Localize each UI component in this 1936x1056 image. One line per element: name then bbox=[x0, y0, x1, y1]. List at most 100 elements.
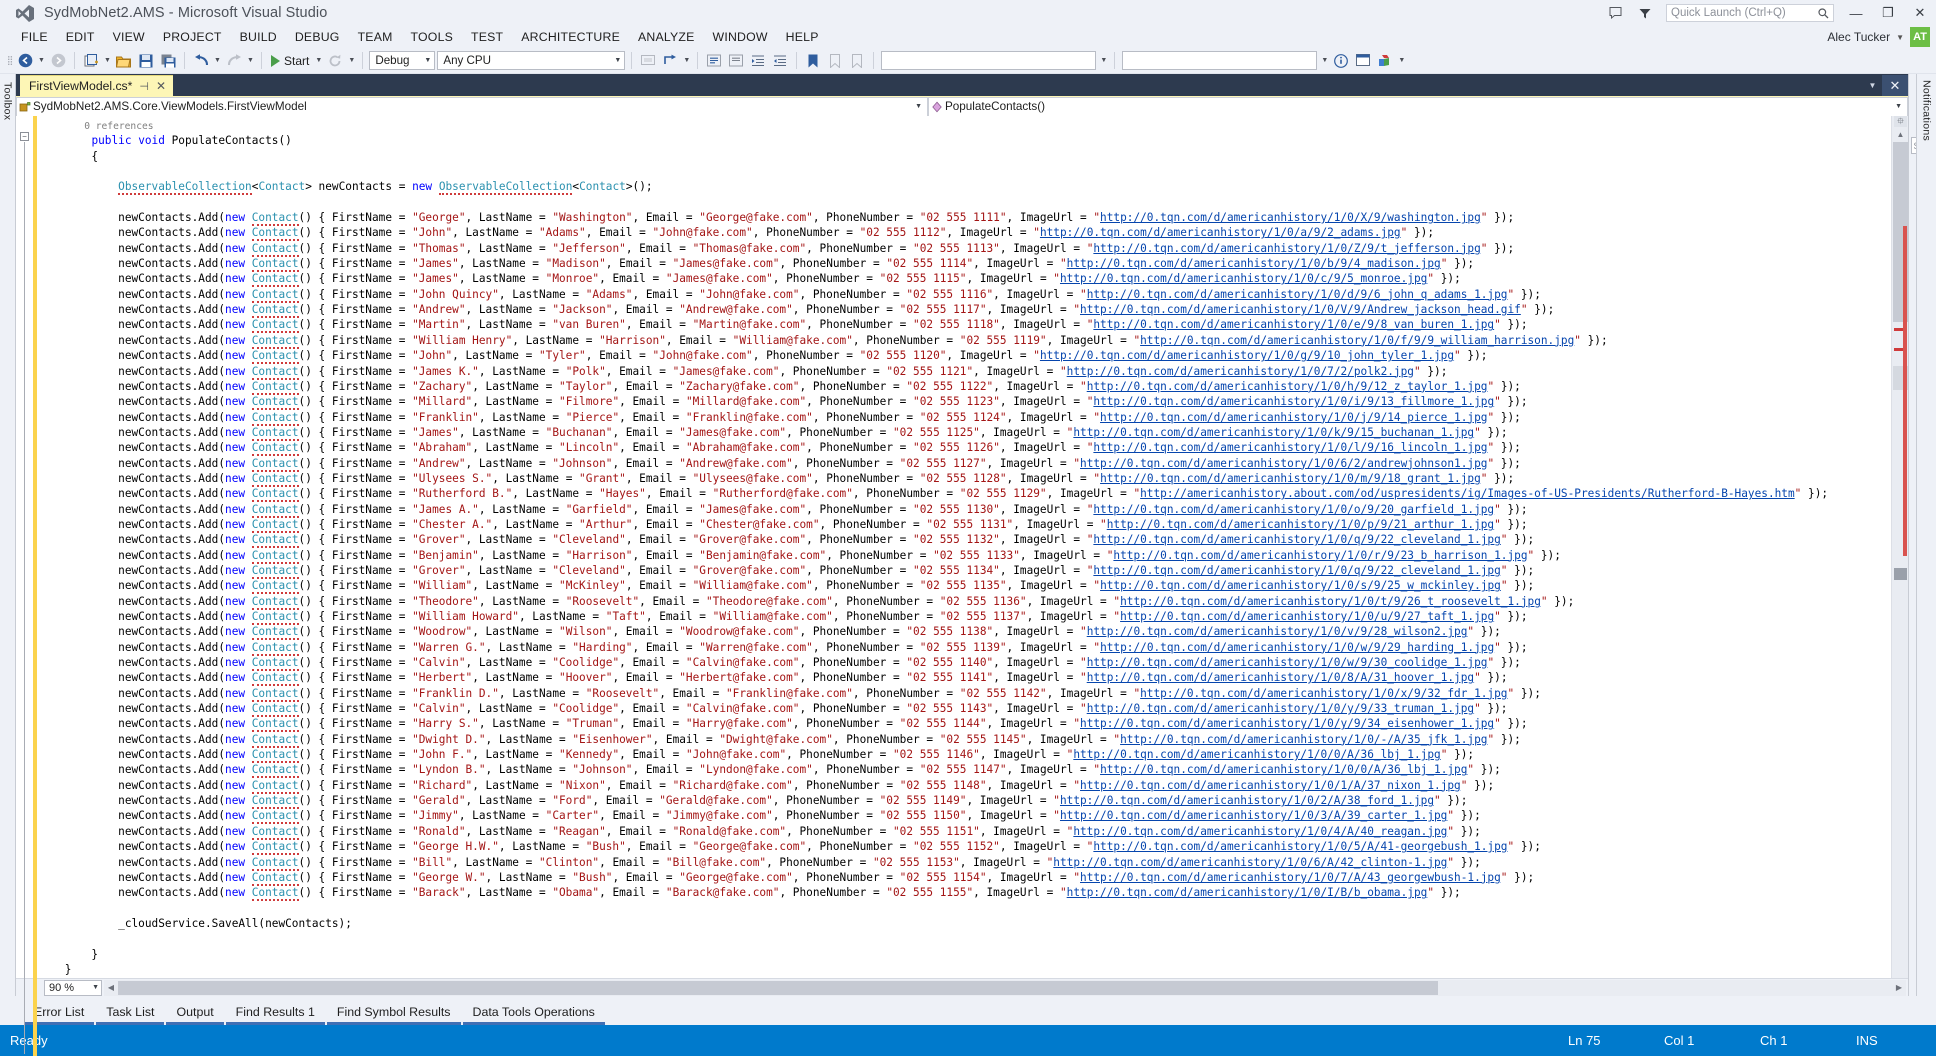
save-icon[interactable] bbox=[135, 50, 157, 72]
code-line: newContacts.Add(new Contact() { FirstNam… bbox=[38, 625, 1501, 641]
uncomment-selection-icon[interactable] bbox=[725, 50, 747, 72]
pin-icon[interactable]: ⊣ bbox=[139, 80, 149, 93]
find-combo-input[interactable] bbox=[881, 51, 1097, 70]
dock-tab-output[interactable]: Output bbox=[166, 1001, 224, 1025]
toolbox-auto-hide-tab[interactable]: Toolbox bbox=[0, 74, 16, 996]
code-line: newContacts.Add(new Contact() { FirstNam… bbox=[38, 763, 1501, 779]
horizontal-scrollbar[interactable]: ◀ ▶ bbox=[104, 979, 1906, 996]
window-icon[interactable] bbox=[1352, 50, 1374, 72]
scroll-right-arrow[interactable]: ▶ bbox=[1892, 983, 1906, 992]
scroll-left-arrow[interactable]: ◀ bbox=[104, 983, 118, 992]
close-button[interactable]: ✕ bbox=[1904, 0, 1936, 26]
code-line: newContacts.Add(new Contact() { FirstNam… bbox=[38, 441, 1521, 457]
solution-configuration-combo[interactable]: Debug ▼ bbox=[369, 51, 436, 70]
code-text-area[interactable]: 0 references public void PopulateContact… bbox=[38, 116, 1891, 978]
outlining-margin[interactable]: − bbox=[16, 116, 33, 1054]
vertical-scrollbar[interactable]: ⯐ ▲ bbox=[1891, 116, 1908, 978]
restore-glyph: ❐ bbox=[1882, 5, 1894, 20]
menu-item-architecture[interactable]: ARCHITECTURE bbox=[512, 28, 629, 46]
code-line: newContacts.Add(new Contact() { FirstNam… bbox=[38, 748, 1475, 764]
menu-item-build[interactable]: BUILD bbox=[231, 28, 286, 46]
close-icon[interactable]: ✕ bbox=[156, 79, 166, 93]
dock-tab-task-list[interactable]: Task List bbox=[96, 1001, 165, 1025]
navigate-back-icon[interactable] bbox=[14, 50, 36, 72]
menu-item-window[interactable]: WINDOW bbox=[704, 28, 777, 46]
menu-item-help[interactable]: HELP bbox=[777, 28, 828, 46]
step-dropdown-icon[interactable]: ▼ bbox=[681, 50, 692, 72]
menu-item-debug[interactable]: DEBUG bbox=[286, 28, 349, 46]
title-bar-right-controls: Quick Launch (Ctrl+Q) — ❐ ✕ bbox=[1600, 0, 1936, 26]
find-in-files-dropdown-icon[interactable]: ▼ bbox=[1319, 50, 1330, 72]
close-document-button[interactable]: ✕ bbox=[1882, 75, 1908, 96]
prev-bookmark-icon bbox=[824, 50, 846, 72]
filter-icon[interactable] bbox=[1630, 0, 1660, 26]
tab-firstviewmodel-cs[interactable]: FirstViewModel.cs* ⊣ ✕ bbox=[20, 75, 174, 96]
feedback-icon[interactable] bbox=[1600, 0, 1630, 26]
menu-item-edit[interactable]: EDIT bbox=[57, 28, 104, 46]
chevron-down-icon[interactable]: ▼ bbox=[1863, 75, 1882, 96]
horizontal-scrollbar-thumb[interactable] bbox=[118, 980, 1438, 995]
menu-item-tools[interactable]: TOOLS bbox=[402, 28, 462, 46]
code-line: newContacts.Add(new Contact() { FirstNam… bbox=[38, 886, 1461, 902]
redo-icon bbox=[223, 50, 245, 72]
editor-column: FirstViewModel.cs* ⊣ ✕ ▼ ✕ SydMobNet2.AM… bbox=[16, 74, 1908, 1056]
menu-item-file[interactable]: FILE bbox=[12, 28, 57, 46]
code-line: newContacts.Add(new Contact() { FirstNam… bbox=[38, 717, 1528, 733]
splitter-handle[interactable]: ⯐ bbox=[1894, 116, 1907, 127]
code-line: } bbox=[38, 947, 99, 961]
menu-item-team[interactable]: TEAM bbox=[349, 28, 402, 46]
menu-item-view[interactable]: VIEW bbox=[104, 28, 154, 46]
package-icon[interactable] bbox=[1374, 50, 1396, 72]
open-file-icon[interactable] bbox=[113, 50, 135, 72]
navigate-back-dropdown-icon[interactable]: ▼ bbox=[36, 50, 47, 72]
code-line: newContacts.Add(new Contact() { FirstNam… bbox=[38, 548, 1561, 564]
menu-item-project[interactable]: PROJECT bbox=[154, 28, 231, 46]
status-insert-mode: INS bbox=[1856, 1033, 1878, 1048]
error-density-bar bbox=[1903, 226, 1907, 556]
restore-button[interactable]: ❐ bbox=[1872, 0, 1904, 26]
tab-label: FirstViewModel.cs* bbox=[29, 79, 133, 93]
find-in-files-input[interactable] bbox=[1122, 51, 1318, 70]
code-line: newContacts.Add(new Contact() { FirstNam… bbox=[38, 226, 1435, 242]
step-icon[interactable] bbox=[659, 50, 681, 72]
dock-tab-data-tools-operations[interactable]: Data Tools Operations bbox=[462, 1001, 605, 1025]
new-project-dropdown-icon[interactable]: ▼ bbox=[102, 50, 113, 72]
code-editor-surface[interactable]: − 0 references public void PopulateConta… bbox=[16, 116, 1908, 1056]
menu-item-test[interactable]: TEST bbox=[462, 28, 512, 46]
comment-selection-icon[interactable] bbox=[703, 50, 725, 72]
code-line: 0 references bbox=[38, 121, 154, 132]
toolbar-grip[interactable]: ⣿ bbox=[4, 52, 14, 70]
minimize-button[interactable]: — bbox=[1840, 0, 1872, 26]
dock-tab-find-symbol-results[interactable]: Find Symbol Results bbox=[326, 1001, 461, 1025]
code-line: } bbox=[38, 962, 72, 976]
start-dropdown-icon[interactable]: ▼ bbox=[313, 50, 324, 72]
window-title: SydMobNet2.AMS - Microsoft Visual Studio bbox=[44, 5, 328, 21]
member-navigation-dropdown[interactable]: PopulateContacts() ▼ bbox=[928, 96, 1908, 117]
member-navigation-value: PopulateContacts() bbox=[945, 100, 1046, 113]
dock-tab-find-results-1[interactable]: Find Results 1 bbox=[225, 1001, 325, 1025]
chevron-down-icon[interactable]: ▼ bbox=[1896, 33, 1904, 42]
new-project-icon[interactable] bbox=[80, 50, 102, 72]
undo-dropdown-icon[interactable]: ▼ bbox=[212, 50, 223, 72]
toggle-bookmark-icon[interactable] bbox=[802, 50, 824, 72]
outdent-icon[interactable] bbox=[769, 50, 791, 72]
zoom-level-select[interactable]: 90 % ▼ bbox=[44, 979, 102, 996]
user-name-label[interactable]: Alec Tucker bbox=[1827, 30, 1890, 44]
find-dropdown-icon[interactable]: ▼ bbox=[1098, 50, 1109, 72]
notifications-auto-hide-tab[interactable]: Notifications bbox=[1916, 74, 1936, 996]
info-icon[interactable] bbox=[1330, 50, 1352, 72]
notifications-label: Notifications bbox=[1920, 80, 1933, 142]
indent-icon[interactable] bbox=[747, 50, 769, 72]
toolbar-overflow-icon[interactable]: ▼ bbox=[1396, 50, 1407, 72]
save-all-icon[interactable] bbox=[157, 50, 179, 72]
menu-item-analyze[interactable]: ANALYZE bbox=[629, 28, 704, 46]
quick-launch-input[interactable]: Quick Launch (Ctrl+Q) bbox=[1666, 4, 1834, 22]
collapse-region-toggle[interactable]: − bbox=[20, 132, 29, 141]
avatar[interactable]: AT bbox=[1910, 27, 1930, 47]
solution-platform-combo[interactable]: Any CPU ▼ bbox=[437, 51, 626, 70]
chevron-down-icon: ▼ bbox=[1895, 103, 1902, 110]
start-debug-button[interactable]: Start bbox=[267, 50, 313, 72]
type-navigation-dropdown[interactable]: SydMobNet2.AMS.Core.ViewModels.FirstView… bbox=[16, 96, 928, 117]
undo-icon[interactable] bbox=[190, 50, 212, 72]
code-line: public void PopulateContacts() bbox=[91, 134, 292, 148]
